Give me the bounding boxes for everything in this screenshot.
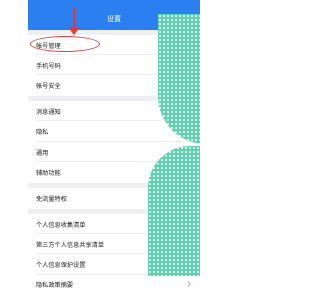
chevron-right-icon [185,280,191,287]
menu-item-label: 帐号安全 [36,83,61,90]
menu-item-label: 辅助功能 [36,170,61,177]
menu-item-label: 通用 [36,149,49,157]
menu-item-privacy-policy-summary[interactable]: 隐私政策摘要 [28,275,200,294]
menu-item-label: 手机号码 [36,62,61,70]
menu-item-label: 个人信息收集清单 [36,221,86,229]
menu-item-label: 隐私 [36,129,49,136]
menu-item-label: 隐私政策摘要 [36,282,74,289]
decorative-dot-pattern [148,146,200,276]
annotation-circle [30,36,100,52]
menu-item-label: 免流量特权 [36,196,67,203]
annotation-arrow-icon [68,27,80,35]
menu-item-label: 第三方个人信息共享清单 [36,241,105,249]
menu-item-label: 消息通知 [36,108,61,116]
menu-item-label: 个人信息保护设置 [36,262,86,269]
settings-screen: 设置 帐号管理 手机号码 帐号安全 消息通知 隐私 通用 辅助功能 免流量特权 … [28,0,200,294]
